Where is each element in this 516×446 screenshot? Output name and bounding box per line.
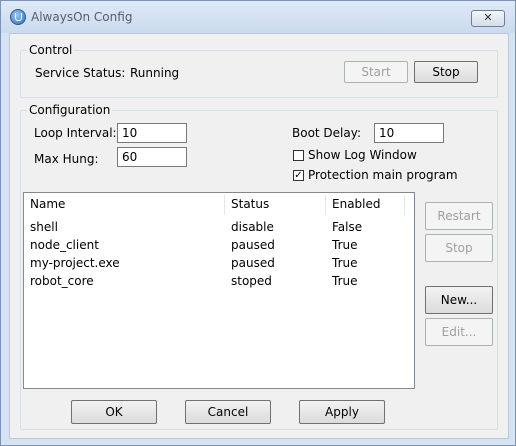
restart-button[interactable]: Restart: [425, 202, 493, 230]
configuration-group-legend: Configuration: [27, 103, 113, 117]
stop-process-button[interactable]: Stop: [425, 234, 493, 262]
boot-delay-label: Boot Delay:: [292, 126, 362, 140]
window-title: AlwaysOn Config: [31, 10, 133, 24]
cancel-button[interactable]: Cancel: [185, 400, 271, 424]
show-log-checkbox[interactable]: [293, 150, 304, 161]
start-button[interactable]: Start: [344, 61, 408, 83]
cell-enabled: True: [332, 274, 358, 288]
table-row[interactable]: robot_core stoped True: [24, 272, 414, 290]
cell-name: robot_core: [30, 274, 94, 288]
cell-enabled: False: [332, 220, 363, 234]
ok-button[interactable]: OK: [71, 400, 157, 424]
cell-status: stoped: [231, 274, 272, 288]
stop-service-button[interactable]: Stop: [414, 61, 478, 83]
control-group-legend: Control: [27, 43, 75, 57]
column-header-name[interactable]: Name: [24, 193, 224, 215]
table-row[interactable]: my-project.exe paused True: [24, 254, 414, 272]
max-hung-label: Max Hung:: [34, 152, 99, 166]
close-icon[interactable]: ✕: [471, 10, 505, 27]
service-status-value: Running: [130, 66, 180, 80]
protection-checkbox[interactable]: ✓: [293, 170, 304, 181]
column-header-status[interactable]: Status: [225, 193, 325, 215]
cell-status: paused: [231, 238, 275, 252]
cell-enabled: True: [332, 238, 358, 252]
table-row[interactable]: shell disable False: [24, 218, 414, 236]
show-log-label[interactable]: Show Log Window: [308, 148, 417, 162]
cell-enabled: True: [332, 256, 358, 270]
edit-button[interactable]: Edit...: [425, 318, 493, 346]
table-row[interactable]: node_client paused True: [24, 236, 414, 254]
new-button[interactable]: New...: [425, 286, 493, 314]
app-icon: [10, 9, 26, 25]
column-divider[interactable]: [404, 195, 405, 215]
protection-label[interactable]: Protection main program: [308, 168, 458, 182]
title-bar[interactable]: AlwaysOn Config ✕: [1, 1, 515, 33]
dialog-body: Control Service Status: Running Start St…: [9, 33, 509, 439]
column-header-enabled[interactable]: Enabled: [326, 193, 404, 215]
cell-status: disable: [231, 220, 274, 234]
loop-interval-input[interactable]: 10: [117, 123, 187, 143]
cell-status: paused: [231, 256, 275, 270]
loop-interval-label: Loop Interval:: [34, 126, 117, 140]
cell-name: node_client: [30, 238, 99, 252]
boot-delay-input[interactable]: 10: [374, 123, 444, 143]
apply-button[interactable]: Apply: [299, 400, 385, 424]
alwayson-config-window: AlwaysOn Config ✕ Control Service Status…: [0, 0, 516, 446]
control-group: Control Service Status: Running Start St…: [20, 43, 498, 98]
max-hung-input[interactable]: 60: [117, 147, 187, 167]
service-status-label: Service Status:: [35, 66, 126, 80]
cell-name: my-project.exe: [30, 256, 120, 270]
process-list[interactable]: Name Status Enabled shell disable False …: [23, 192, 415, 389]
list-header: Name Status Enabled: [24, 193, 414, 217]
cell-name: shell: [30, 220, 58, 234]
